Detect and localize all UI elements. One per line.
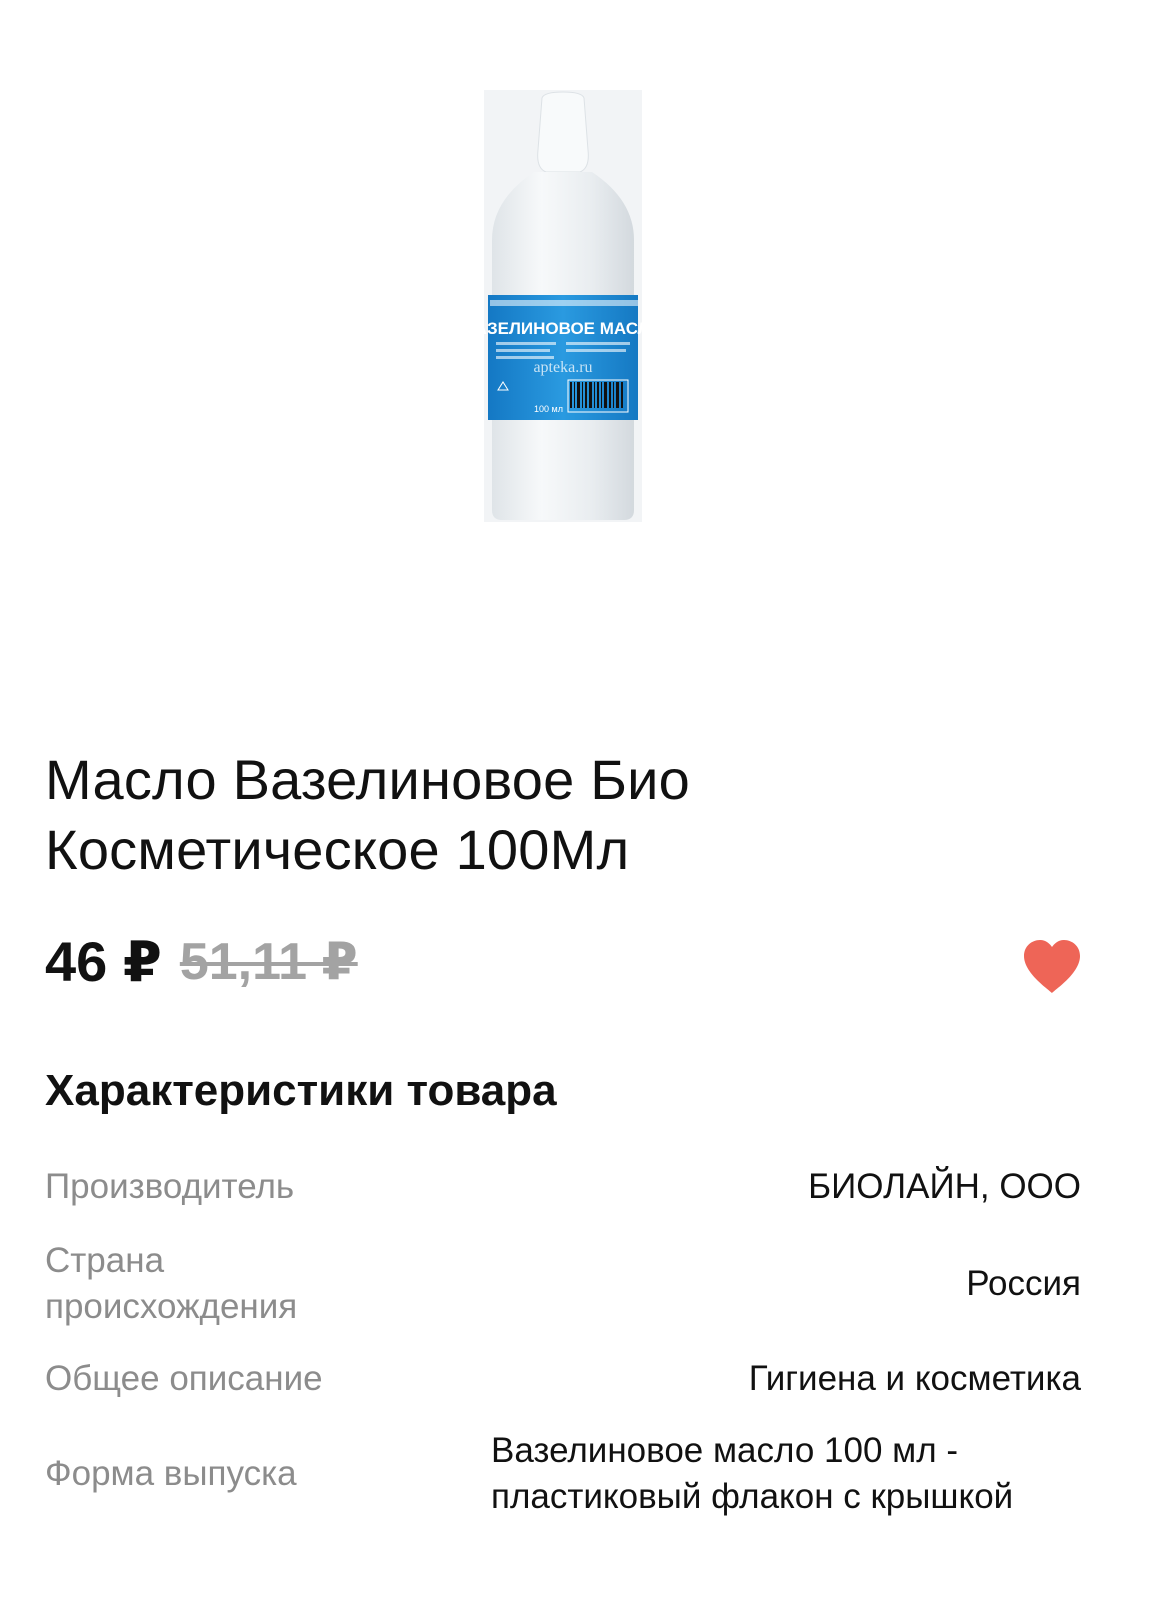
old-price: 51,11 ₽ — [179, 933, 358, 991]
bottle-illustration: ВАЗЕЛИНОВОЕ МАСЛО apteka.ru 100 мл — [484, 90, 642, 522]
spec-value: Россия — [966, 1264, 1081, 1303]
spec-row-form: Форма выпуска Вазелиновое масло 100 мл -… — [45, 1428, 1081, 1520]
bottle-volume-text: 100 мл — [534, 404, 563, 414]
spec-row-description: Общее описание Гигиена и косметика — [45, 1356, 1081, 1402]
spec-value: Гигиена и косметика — [748, 1359, 1081, 1398]
heart-icon — [1024, 940, 1080, 993]
spec-label: Форма выпуска — [45, 1454, 297, 1493]
favorite-button[interactable] — [1020, 937, 1084, 997]
specs-section-title: Характеристики товара — [45, 1066, 557, 1115]
spec-row-manufacturer: Производитель БИОЛАЙН, ООО — [45, 1164, 1081, 1210]
bottle-label-text: ВАЗЕЛИНОВОЕ МАСЛО — [484, 319, 642, 338]
spec-label: Производитель — [45, 1167, 295, 1206]
spec-row-country: Страна происхождения Россия — [45, 1238, 1081, 1330]
product-title: Масло Вазелиновое Био Косметическое 100М… — [45, 748, 691, 881]
spec-label: Общее описание — [45, 1359, 323, 1398]
price-row: 46 ₽ 51,11 ₽ — [45, 922, 358, 1002]
product-page: ВАЗЕЛИНОВОЕ МАСЛО apteka.ru 100 мл Масло — [0, 0, 1149, 1600]
watermark-text: apteka.ru — [533, 359, 592, 376]
spec-value: Вазелиновое масло 100 мл - пластиковый ф… — [491, 1431, 1014, 1516]
current-price: 46 ₽ — [45, 930, 162, 993]
product-image[interactable]: ВАЗЕЛИНОВОЕ МАСЛО apteka.ru 100 мл — [484, 90, 642, 522]
spec-value: БИОЛАЙН, ООО — [808, 1167, 1081, 1206]
spec-label: Страна происхождения — [45, 1241, 298, 1326]
